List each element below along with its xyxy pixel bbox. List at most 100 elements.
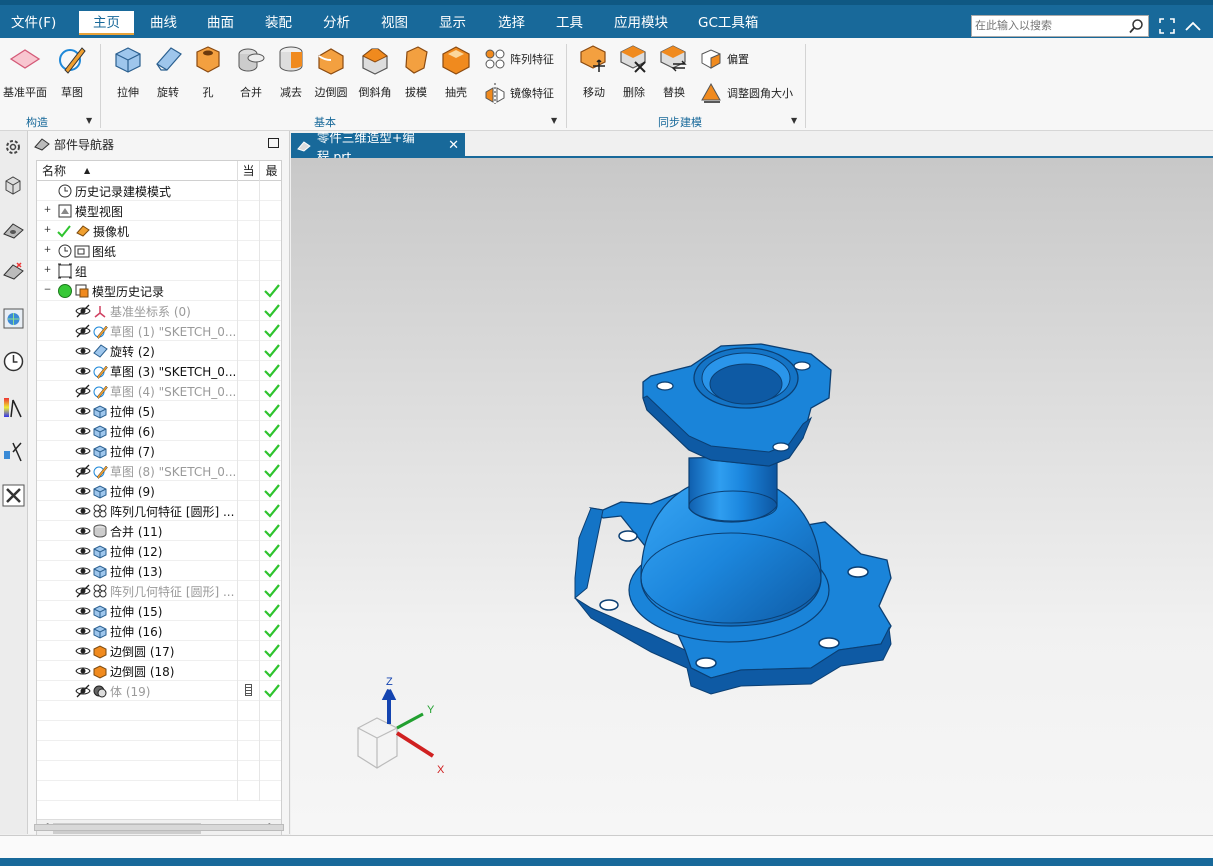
tree-node-history-mode[interactable]: 历史记录建模模式	[37, 181, 281, 201]
feature-node[interactable]: 拉伸 (13)	[37, 561, 281, 581]
datum-plane-button[interactable]: 基准平面	[3, 42, 47, 100]
feature-node[interactable]: 阵列几何特征 [圆形] ...	[37, 581, 281, 601]
visible-eye-icon[interactable]	[75, 663, 91, 679]
hidden-eye-icon[interactable]	[75, 323, 91, 339]
column-current[interactable]: 当	[237, 161, 259, 181]
feature-node[interactable]: 拉伸 (15)	[37, 601, 281, 621]
hidden-eye-icon[interactable]	[75, 383, 91, 399]
revolve-button[interactable]: 旋转	[146, 42, 190, 100]
move-face-button[interactable]: 移动	[572, 42, 616, 100]
visible-eye-icon[interactable]	[75, 503, 91, 519]
chamfer-button[interactable]: 倒斜角	[353, 42, 397, 100]
visible-eye-icon[interactable]	[75, 403, 91, 419]
sync-dropdown-icon[interactable]: ▼	[791, 116, 797, 125]
visible-eye-icon[interactable]	[75, 443, 91, 459]
menu-tools[interactable]: 工具	[548, 11, 591, 35]
close-tab-icon[interactable]: ✕	[448, 138, 459, 153]
feature-node[interactable]: 旋转 (2)	[37, 341, 281, 361]
menu-assembly[interactable]: 装配	[257, 11, 300, 35]
delete-face-button[interactable]: 删除	[612, 42, 656, 100]
fullscreen-icon[interactable]	[1158, 17, 1176, 35]
shell-button[interactable]: 抽壳	[434, 42, 478, 100]
check-mark-icon[interactable]	[57, 223, 71, 239]
sort-ascending-icon[interactable]: ▲	[84, 161, 90, 181]
collapse-icon[interactable]: −	[43, 286, 52, 296]
visible-eye-icon[interactable]	[75, 363, 91, 379]
visible-eye-icon[interactable]	[75, 343, 91, 359]
history-clock-icon[interactable]	[1, 349, 26, 374]
unite-button[interactable]: 合并	[229, 42, 273, 100]
tree-node-groups[interactable]: + 组	[37, 261, 281, 281]
tree-node-drawings[interactable]: + 图纸	[37, 241, 281, 261]
feature-node[interactable]: 草图 (4) "SKETCH_0...	[37, 381, 281, 401]
search-input[interactable]	[972, 16, 1122, 36]
feature-node[interactable]: 拉伸 (6)	[37, 421, 281, 441]
menu-gc-toolbox[interactable]: GC工具箱	[690, 11, 766, 35]
expand-icon[interactable]: +	[43, 266, 52, 276]
sketch-button[interactable]: 草图	[50, 42, 94, 100]
feature-node[interactable]: 基准坐标系 (0)	[37, 301, 281, 321]
visualization-palette-icon[interactable]	[1, 395, 26, 420]
menu-analysis[interactable]: 分析	[315, 11, 358, 35]
command-search[interactable]	[971, 15, 1149, 37]
feature-node[interactable]: 体 (19)	[37, 681, 281, 701]
extrude-button[interactable]: 拉伸	[106, 42, 150, 100]
hidden-eye-icon[interactable]	[75, 583, 91, 599]
column-latest[interactable]: 最	[259, 161, 281, 181]
settings-gear-icon[interactable]	[1, 135, 26, 160]
draft-button[interactable]: 拔模	[394, 42, 438, 100]
resize-blend-button[interactable]: 调整圆角大小	[699, 79, 793, 107]
hidden-eye-icon[interactable]	[75, 303, 91, 319]
feature-node[interactable]: 草图 (1) "SKETCH_0...	[37, 321, 281, 341]
expand-icon[interactable]: +	[43, 226, 52, 236]
tree-node-model-views[interactable]: + 模型视图	[37, 201, 281, 221]
edge-blend-button[interactable]: 边倒圆	[309, 42, 353, 100]
hole-button[interactable]: 孔	[186, 42, 230, 100]
part-navigator-icon[interactable]	[1, 218, 26, 243]
feature-node[interactable]: 边倒圆 (17)	[37, 641, 281, 661]
visible-eye-icon[interactable]	[75, 423, 91, 439]
hidden-eye-icon[interactable]	[75, 463, 91, 479]
tree-node-cameras[interactable]: + 摄像机	[37, 221, 281, 241]
visible-eye-icon[interactable]	[75, 603, 91, 619]
expand-icon[interactable]: +	[43, 246, 52, 256]
menu-select[interactable]: 选择	[490, 11, 533, 35]
reuse-library-icon[interactable]	[1, 259, 26, 284]
hidden-eye-icon[interactable]	[75, 683, 91, 699]
expand-icon[interactable]: +	[43, 206, 52, 216]
menu-home[interactable]: 主页	[79, 11, 134, 35]
tree-node-model-history[interactable]: − 模型历史记录	[37, 281, 281, 301]
offset-region-button[interactable]: 偏置	[699, 45, 749, 73]
feature-node[interactable]: 草图 (8) "SKETCH_0...	[37, 461, 281, 481]
replace-face-button[interactable]: 替换	[652, 42, 696, 100]
feature-node[interactable]: 拉伸 (9)	[37, 481, 281, 501]
assembly-navigator-icon[interactable]	[1, 173, 26, 198]
roles-tools-icon[interactable]	[1, 483, 26, 508]
basic-dropdown-icon[interactable]: ▼	[551, 116, 557, 125]
navigator-bottom-scrollbar[interactable]	[34, 824, 284, 831]
visible-eye-icon[interactable]	[75, 563, 91, 579]
part-model[interactable]: Z Y X	[291, 158, 1213, 835]
collapse-ribbon-icon[interactable]	[1184, 17, 1202, 35]
column-name[interactable]: 名称	[42, 161, 66, 181]
menu-view[interactable]: 视图	[373, 11, 416, 35]
search-icon[interactable]	[1128, 18, 1144, 34]
feature-node[interactable]: 拉伸 (5)	[37, 401, 281, 421]
web-browser-icon[interactable]	[1, 306, 26, 331]
subtract-button[interactable]: 减去	[269, 42, 313, 100]
visible-eye-icon[interactable]	[75, 483, 91, 499]
mirror-feature-button[interactable]: 镜像特征	[482, 79, 554, 107]
menu-applications[interactable]: 应用模块	[606, 11, 676, 35]
feature-node[interactable]: 拉伸 (7)	[37, 441, 281, 461]
menu-file[interactable]: 文件(F)	[3, 11, 64, 35]
construct-dropdown-icon[interactable]: ▼	[86, 116, 92, 125]
pattern-feature-button[interactable]: 阵列特征	[482, 45, 554, 73]
visible-eye-icon[interactable]	[75, 523, 91, 539]
feature-node[interactable]: 拉伸 (12)	[37, 541, 281, 561]
feature-node[interactable]: 边倒圆 (18)	[37, 661, 281, 681]
feature-node[interactable]: 拉伸 (16)	[37, 621, 281, 641]
graphics-window[interactable]: Z Y X	[291, 158, 1213, 835]
visible-eye-icon[interactable]	[75, 623, 91, 639]
feature-node[interactable]: 草图 (3) "SKETCH_0...	[37, 361, 281, 381]
menu-display[interactable]: 显示	[431, 11, 474, 35]
